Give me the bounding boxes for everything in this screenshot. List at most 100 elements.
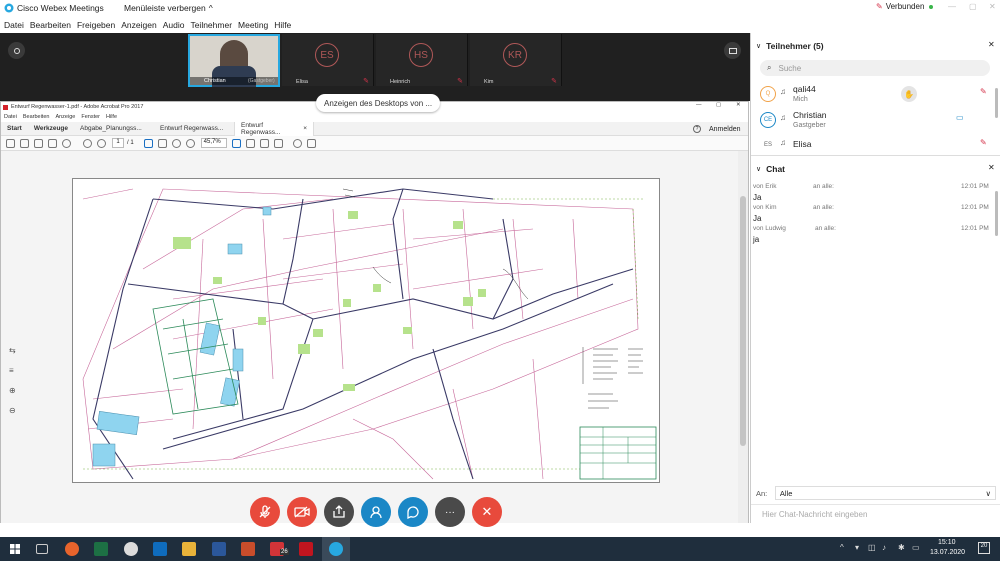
tray-volume-icon[interactable]: ♪: [882, 543, 886, 552]
signin-area[interactable]: ? Anmelden: [693, 125, 741, 133]
participant-row[interactable]: ES ♫ Elisa ✎: [751, 135, 1000, 155]
participant-row[interactable]: Q ♫ qali44 Mich ✋ ✎: [751, 83, 1000, 109]
explorer-icon[interactable]: [182, 542, 196, 556]
close-chat-icon[interactable]: ✕: [988, 163, 995, 172]
word-icon[interactable]: [212, 542, 226, 556]
participants-header[interactable]: ∨ Teilnehmer (5): [756, 41, 824, 51]
tray-bluetooth-icon[interactable]: ✱: [898, 543, 905, 552]
webex-taskbar-item[interactable]: [322, 537, 350, 561]
zoom-in-side-icon[interactable]: ⊕: [9, 386, 19, 396]
outlook-icon[interactable]: [153, 542, 167, 556]
menu-meeting[interactable]: Meeting: [238, 20, 268, 30]
video-button[interactable]: [287, 497, 317, 527]
scroll-mode-icon[interactable]: [245, 138, 255, 148]
close-button[interactable]: ✕: [989, 2, 996, 11]
excel-icon[interactable]: [94, 542, 108, 556]
chat-button[interactable]: [398, 497, 428, 527]
close-participants-icon[interactable]: ✕: [988, 40, 995, 49]
tray-shield-icon[interactable]: ▾: [855, 543, 859, 552]
participants-scrollbar[interactable]: [995, 88, 998, 118]
close-tab-icon[interactable]: ×: [303, 125, 307, 132]
pen-icon[interactable]: [306, 138, 316, 148]
tray-network-icon[interactable]: ▭: [912, 543, 920, 552]
participants-button[interactable]: [361, 497, 391, 527]
zoom-select[interactable]: 45,7%: [200, 138, 227, 148]
search-icon[interactable]: [62, 138, 71, 148]
more-button[interactable]: ···: [435, 497, 465, 527]
video-tile-elisa[interactable]: ES Elisa ✎: [282, 34, 374, 86]
edge-icon[interactable]: [124, 542, 138, 556]
thumbnails-icon[interactable]: ⇆: [9, 346, 19, 356]
fullscreen-icon[interactable]: [273, 138, 283, 148]
chat-header[interactable]: ∨ Chat: [756, 164, 785, 174]
zoom-in-icon[interactable]: [185, 138, 195, 148]
participant-row[interactable]: CE ♫ Christian Gastgeber ▭: [751, 109, 1000, 135]
recipient-select[interactable]: Alle ∨: [774, 486, 996, 500]
maximize-button[interactable]: ▢: [969, 2, 977, 11]
rotate-icon[interactable]: [259, 138, 269, 148]
action-center-icon[interactable]: 20: [978, 542, 990, 554]
acrobat-close-button[interactable]: ✕: [736, 102, 741, 108]
desktop-view-pill[interactable]: Anzeigen des Desktops von ...: [316, 94, 441, 112]
tab-document[interactable]: Entwurf Regenwass...: [154, 122, 234, 136]
new-icon[interactable]: [6, 138, 15, 148]
vertical-scrollbar[interactable]: [738, 151, 748, 523]
zoom-out-icon[interactable]: [171, 138, 181, 148]
tab-start[interactable]: Start: [1, 122, 28, 136]
participant-search[interactable]: ⌕ Suche: [760, 60, 990, 76]
mute-button[interactable]: [250, 497, 280, 527]
acrobat-taskbar-icon[interactable]: [299, 542, 313, 556]
hand-tool-icon[interactable]: [157, 138, 167, 148]
page-up-icon[interactable]: [83, 138, 92, 148]
tab-werkzeuge[interactable]: Werkzeuge: [28, 122, 74, 136]
menu-teilnehmer[interactable]: Teilnehmer: [190, 20, 232, 30]
menu-freigeben[interactable]: Freigeben: [77, 20, 115, 30]
tab-document-active[interactable]: Entwurf Regenwass... ×: [234, 121, 315, 136]
acrobat-menu-datei[interactable]: Datei: [4, 114, 17, 120]
layout-button[interactable]: [8, 42, 25, 59]
acrobat-menu-fenster[interactable]: Fenster: [81, 114, 100, 120]
leave-meeting-button[interactable]: ✕: [472, 497, 502, 527]
video-tile-kim[interactable]: KR Kim ✎: [470, 34, 562, 86]
task-view-icon[interactable]: [36, 544, 48, 554]
clock-date[interactable]: 13.07.2020: [930, 549, 965, 556]
page-number-input[interactable]: 1: [112, 138, 124, 148]
tab-document[interactable]: Abgabe_Planungss...: [74, 122, 154, 136]
print-icon[interactable]: [34, 138, 43, 148]
clock-time[interactable]: 15:10: [938, 539, 956, 546]
acrobat-minimize-button[interactable]: —: [696, 102, 702, 108]
upload-icon[interactable]: [20, 138, 29, 148]
firefox-icon[interactable]: [65, 542, 79, 556]
pdf-page[interactable]: [72, 178, 660, 483]
comment-icon[interactable]: [292, 138, 302, 148]
hide-menu-button[interactable]: Menüleiste verbergen ^: [124, 3, 213, 13]
minimize-button[interactable]: —: [948, 2, 956, 11]
zoom-out-side-icon[interactable]: ⊖: [9, 406, 19, 416]
windows-start-icon[interactable]: [10, 544, 20, 554]
menu-hilfe[interactable]: Hilfe: [274, 20, 291, 30]
acrobat-menu-anzeige[interactable]: Anzeige: [55, 114, 75, 120]
cursor-tool-icon[interactable]: [143, 138, 153, 148]
bookmark-icon[interactable]: ≡: [9, 366, 19, 376]
grid-view-button[interactable]: [724, 42, 741, 59]
tray-app-icon[interactable]: ◫: [868, 543, 876, 552]
powerpoint-icon[interactable]: [241, 542, 255, 556]
menu-bearbeiten[interactable]: Bearbeiten: [30, 20, 71, 30]
page-down-icon[interactable]: [97, 138, 106, 148]
menu-anzeigen[interactable]: Anzeigen: [121, 20, 156, 30]
search-input[interactable]: Suche: [778, 64, 801, 73]
raise-hand-icon[interactable]: ✋: [901, 86, 917, 102]
chat-input[interactable]: Hier Chat-Nachricht eingeben: [762, 510, 867, 519]
menu-datei[interactable]: Datei: [4, 20, 24, 30]
fit-page-icon[interactable]: [231, 138, 241, 148]
help-icon[interactable]: ?: [693, 125, 701, 133]
signin-link[interactable]: Anmelden: [709, 126, 741, 133]
video-tile-christian[interactable]: Christian (Gastgeber): [188, 34, 280, 87]
acrobat-menu-bearbeiten[interactable]: Bearbeiten: [23, 114, 50, 120]
acrobat-menu-hilfe[interactable]: Hilfe: [106, 114, 117, 120]
menu-audio[interactable]: Audio: [163, 20, 185, 30]
video-tile-heinrich[interactable]: HS Heinrich ✎: [376, 34, 468, 86]
document-area[interactable]: ⇆ ≡ ⊕ ⊖: [1, 151, 738, 523]
share-button[interactable]: [324, 497, 354, 527]
mail-icon[interactable]: [48, 138, 57, 148]
